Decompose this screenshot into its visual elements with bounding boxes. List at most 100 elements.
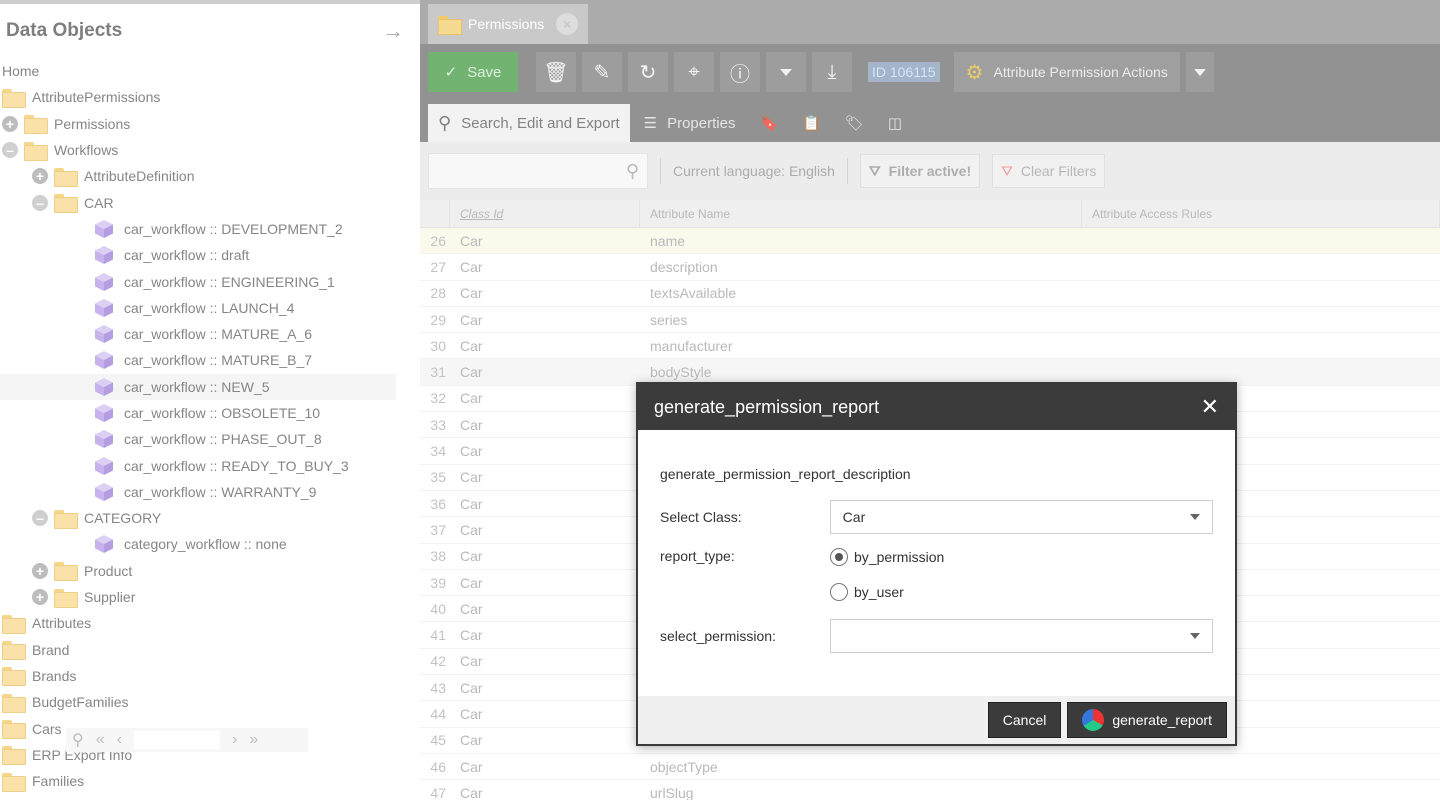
tree-item[interactable]: car_workflow :: PHASE_OUT_8 <box>0 426 420 452</box>
tree-item[interactable]: + Product <box>0 558 420 584</box>
select-class-dropdown[interactable]: Car <box>829 500 1213 534</box>
cell-class-id[interactable]: Car <box>450 754 640 779</box>
tree-item[interactable]: + Permissions <box>0 111 420 137</box>
cell-access-rules[interactable] <box>1082 254 1440 279</box>
tree-item[interactable]: BudgetFamilies <box>0 689 420 715</box>
cell-attribute-name[interactable]: name <box>640 228 1082 253</box>
cell-class-id[interactable]: Car <box>450 438 640 463</box>
tab-search-edit-export[interactable]: ⚲ Search, Edit and Export <box>428 104 630 142</box>
cell-attribute-name[interactable]: objectType <box>640 754 1082 779</box>
cell-class-id[interactable]: Car <box>450 517 640 542</box>
cell-class-id[interactable]: Car <box>450 386 640 411</box>
radio-unchecked-icon[interactable] <box>830 583 848 601</box>
close-icon[interactable]: × <box>556 13 579 35</box>
pencil-icon[interactable]: ✎ <box>582 52 622 92</box>
collapse-icon[interactable]: – <box>32 510 48 527</box>
tree-item[interactable]: car_workflow :: READY_TO_BUY_3 <box>0 452 420 478</box>
cell-access-rules[interactable] <box>1082 228 1440 253</box>
table-row[interactable]: 47 Car urlSlug <box>420 780 1440 800</box>
cell-class-id[interactable]: Car <box>450 228 640 253</box>
cell-class-id[interactable]: Car <box>450 333 640 358</box>
cell-access-rules[interactable] <box>1082 359 1440 384</box>
tab-properties[interactable]: ☰ Properties <box>634 104 746 142</box>
tree-item[interactable]: – Workflows <box>0 137 420 163</box>
tree-item[interactable]: car_workflow :: MATURE_B_7 <box>0 347 420 373</box>
table-row[interactable]: 29 Car series <box>420 307 1440 334</box>
cell-attribute-name[interactable]: description <box>640 254 1082 279</box>
save-button[interactable]: ✓ Save <box>428 52 518 92</box>
table-row[interactable]: 46 Car objectType <box>420 754 1440 781</box>
close-icon[interactable]: ✕ <box>1201 394 1219 420</box>
cell-class-id[interactable]: Car <box>450 544 640 569</box>
column-class-id[interactable]: Class Id <box>450 200 640 227</box>
cell-attribute-name[interactable]: urlSlug <box>640 780 1082 800</box>
radio-checked-icon[interactable] <box>830 548 848 566</box>
cell-class-id[interactable]: Car <box>450 570 640 595</box>
collapse-icon[interactable]: – <box>32 194 48 211</box>
cell-class-id[interactable]: Car <box>450 491 640 516</box>
tab-permissions[interactable]: Permissions × <box>428 4 589 44</box>
cell-access-rules[interactable] <box>1082 333 1440 358</box>
cell-class-id[interactable]: Car <box>450 649 640 674</box>
tree-item[interactable]: car_workflow :: ENGINEERING_1 <box>0 268 420 294</box>
tree-item[interactable]: Brand <box>0 637 420 663</box>
column-attribute-name[interactable]: Attribute Name <box>640 200 1082 227</box>
arrow-right-icon[interactable]: → <box>382 18 404 44</box>
table-row[interactable]: 27 Car description <box>420 254 1440 281</box>
table-row[interactable]: 28 Car textsAvailable <box>420 281 1440 307</box>
cell-access-rules[interactable] <box>1082 780 1440 800</box>
clear-filters-button[interactable]: ⛛ Clear Filters <box>992 154 1106 188</box>
filter-active-button[interactable]: ⛛ Filter active! <box>859 154 981 188</box>
cell-class-id[interactable]: Car <box>450 675 640 700</box>
expand-icon[interactable]: + <box>2 115 18 132</box>
tree-item[interactable]: car_workflow :: DEVELOPMENT_2 <box>0 216 420 242</box>
tree-item[interactable]: + AttributeDefinition <box>0 163 420 189</box>
cell-class-id[interactable]: Car <box>450 596 640 621</box>
tree-item[interactable]: car_workflow :: OBSOLETE_10 <box>0 400 420 426</box>
cell-class-id[interactable]: Car <box>450 359 640 384</box>
info-icon[interactable]: ⓘ <box>720 52 760 92</box>
table-row[interactable]: 26 Car name <box>420 228 1440 255</box>
tab-layout[interactable]: ◫ <box>878 104 912 142</box>
cell-class-id[interactable]: Car <box>450 254 640 279</box>
attribute-permission-actions-button[interactable]: ⚙ Attribute Permission Actions <box>953 52 1180 92</box>
tab-bookmark[interactable]: 🔖 <box>749 104 788 142</box>
object-id-badge[interactable]: ID 106115 <box>868 62 940 82</box>
tree-item[interactable]: car_workflow :: NEW_5 <box>0 373 396 400</box>
search-icon[interactable]: ⚲ <box>72 730 84 750</box>
cell-access-rules[interactable] <box>1082 754 1440 779</box>
tree-item[interactable]: Families <box>0 768 420 794</box>
tree-item[interactable]: Brands <box>0 663 420 689</box>
reload-icon[interactable]: ↻ <box>628 52 668 92</box>
download-icon[interactable]: ⤓ <box>812 52 852 92</box>
radio-by-user[interactable]: by_user <box>830 579 944 605</box>
dropdown-caret-icon[interactable] <box>766 52 806 92</box>
tree-item[interactable]: AttributePermissions <box>0 84 420 110</box>
tree-item[interactable]: category_workflow :: none <box>0 531 420 557</box>
cell-attribute-name[interactable]: series <box>640 307 1082 332</box>
last-page-icon[interactable]: » <box>249 731 258 749</box>
cell-class-id[interactable]: Car <box>450 701 640 726</box>
prev-page-icon[interactable]: ‹ <box>117 731 122 749</box>
radio-by-permission[interactable]: by_permission <box>830 544 944 570</box>
grid-search-input[interactable]: ⚲ <box>428 153 648 189</box>
cell-class-id[interactable]: Car <box>450 412 640 437</box>
next-page-icon[interactable]: › <box>232 731 237 749</box>
tree-item[interactable]: car_workflow :: draft <box>0 242 420 268</box>
expand-icon[interactable]: + <box>32 562 48 579</box>
tree-item[interactable]: car_workflow :: WARRANTY_9 <box>0 479 420 505</box>
actions-caret-icon[interactable] <box>1185 52 1214 92</box>
select-permission-dropdown[interactable] <box>829 619 1213 653</box>
cell-class-id[interactable]: Car <box>450 728 640 753</box>
first-page-icon[interactable]: « <box>96 731 105 749</box>
cell-attribute-name[interactable]: bodyStyle <box>640 359 1082 384</box>
locate-icon[interactable]: ⌖ <box>674 52 714 92</box>
tree-item[interactable]: Attributes <box>0 610 420 636</box>
collapse-icon[interactable]: – <box>2 142 18 159</box>
tab-tags[interactable]: 🏷 <box>835 104 874 142</box>
tree-item[interactable]: + Supplier <box>0 584 420 610</box>
tab-notes[interactable]: 📋 <box>792 104 831 142</box>
tree-item[interactable]: – CAR <box>0 189 420 215</box>
tree-item[interactable]: Home <box>0 58 420 84</box>
delete-icon[interactable]: 🗑 <box>536 52 576 92</box>
